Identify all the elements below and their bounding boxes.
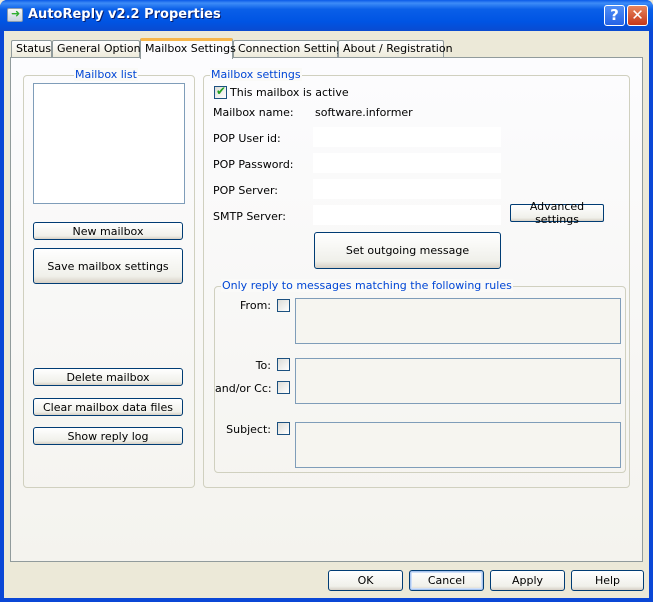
mailbox-active-label: This mailbox is active — [230, 86, 349, 99]
from-rule-checkbox[interactable] — [277, 299, 290, 312]
delete-mailbox-button[interactable]: Delete mailbox — [33, 368, 183, 386]
mailbox-list-legend: Mailbox list — [74, 68, 138, 81]
subject-rule-textarea[interactable] — [295, 422, 621, 468]
tab-mailbox-settings[interactable]: Mailbox Settings — [140, 38, 236, 59]
pop-server-input[interactable] — [313, 179, 501, 199]
reply-rules-group: Only reply to messages matching the foll… — [214, 279, 626, 473]
subject-rule-label: Subject: — [226, 423, 271, 436]
ok-button[interactable]: OK — [328, 570, 403, 591]
dialog-client-area: Status General Options Mailbox Settings … — [4, 31, 649, 598]
to-cc-rule-textarea[interactable] — [295, 358, 621, 404]
tab-about-registration[interactable]: About / Registration — [338, 40, 453, 58]
pop-password-label: POP Password: — [213, 158, 294, 171]
pop-password-input[interactable] — [313, 153, 501, 173]
smtp-server-input[interactable] — [313, 205, 501, 225]
to-rule-checkbox[interactable] — [277, 358, 290, 371]
pop-server-label: POP Server: — [213, 184, 279, 197]
mailbox-settings-group: Mailbox settings This mailbox is active … — [203, 68, 630, 488]
reply-rules-legend: Only reply to messages matching the foll… — [221, 279, 513, 292]
mailbox-listbox[interactable] — [33, 83, 185, 204]
to-rule-label: To: — [255, 359, 271, 372]
autoreply-app-icon — [7, 7, 23, 22]
mailbox-settings-panel: Mailbox list New mailbox Save mailbox se… — [10, 57, 643, 562]
close-button[interactable]: ✕ — [627, 5, 648, 26]
new-mailbox-button[interactable]: New mailbox — [33, 222, 183, 240]
pop-user-input[interactable] — [313, 127, 501, 147]
clear-mailbox-data-button[interactable]: Clear mailbox data files — [33, 398, 183, 416]
cancel-button[interactable]: Cancel — [409, 570, 484, 591]
cc-rule-label: and/or Cc: — [215, 382, 272, 395]
cc-rule-checkbox[interactable] — [277, 381, 290, 394]
title-bar[interactable]: AutoReply v2.2 Properties ? ✕ — [0, 0, 653, 31]
pop-user-label: POP User id: — [213, 132, 281, 145]
from-rule-label: From: — [240, 299, 271, 312]
from-rule-textarea[interactable] — [295, 298, 621, 344]
tab-connection-settings[interactable]: Connection Settings — [233, 40, 349, 58]
window-title: AutoReply v2.2 Properties — [28, 7, 221, 22]
tab-general-options[interactable]: General Options — [52, 40, 146, 58]
apply-button[interactable]: Apply — [490, 570, 565, 591]
help-title-button[interactable]: ? — [604, 5, 625, 26]
smtp-server-label: SMTP Server: — [213, 210, 286, 223]
tab-status[interactable]: Status — [11, 40, 52, 58]
mailbox-active-checkbox[interactable] — [214, 84, 227, 99]
mailbox-name-value: software.informer — [315, 106, 413, 119]
subject-rule-checkbox[interactable] — [277, 422, 290, 435]
properties-window: AutoReply v2.2 Properties ? ✕ Status Gen… — [0, 0, 653, 602]
mailbox-name-label: Mailbox name: — [213, 106, 294, 119]
mailbox-list-group: Mailbox list New mailbox Save mailbox se… — [23, 68, 195, 488]
save-mailbox-settings-button[interactable]: Save mailbox settings — [33, 248, 183, 284]
mailbox-settings-legend: Mailbox settings — [210, 68, 302, 81]
set-outgoing-message-button[interactable]: Set outgoing message — [314, 232, 501, 269]
help-button[interactable]: Help — [571, 570, 644, 591]
advanced-settings-button[interactable]: Advanced settings — [510, 200, 604, 226]
show-reply-log-button[interactable]: Show reply log — [33, 427, 183, 445]
